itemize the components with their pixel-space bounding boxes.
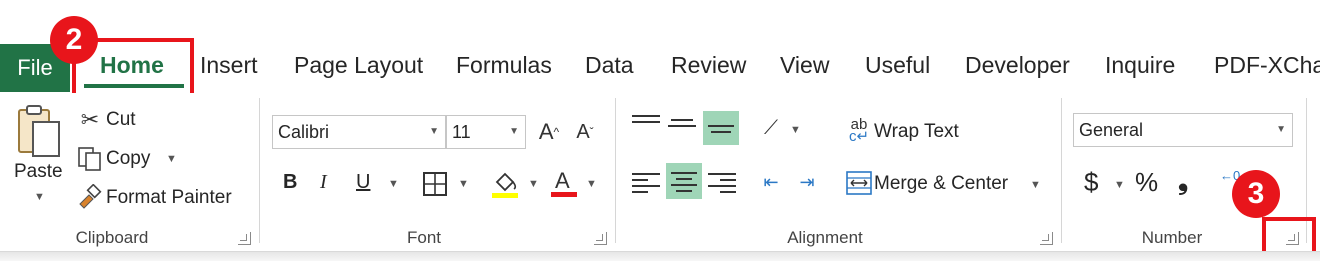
fill-color-dropdown-caret[interactable]: ▼ — [528, 178, 539, 190]
merge-center-dropdown-caret[interactable]: ▼ — [1030, 179, 1041, 191]
chevron-down-icon: ▼ — [429, 126, 439, 137]
comma-style-button[interactable]: ❟ — [1178, 165, 1188, 197]
paste-icon[interactable] — [14, 103, 64, 161]
fill-color-icon[interactable] — [488, 167, 522, 201]
svg-text:A: A — [555, 168, 570, 193]
accounting-format-button[interactable]: $ — [1084, 167, 1098, 198]
wrap-text-icon: ab c↵ — [848, 116, 870, 145]
middle-align-icon[interactable] — [668, 115, 696, 143]
underline-button[interactable]: U — [356, 171, 370, 194]
font-color-icon[interactable]: A — [548, 165, 580, 201]
tab-page-layout[interactable]: Page Layout — [294, 52, 423, 79]
orientation-icon[interactable]: ⟋ — [756, 113, 786, 143]
format-painter-button[interactable]: Format Painter — [106, 187, 232, 209]
underline-dropdown-caret[interactable]: ▼ — [388, 178, 399, 190]
ribbon-bottom-edge — [0, 251, 1320, 261]
paste-dropdown-caret[interactable]: ▼ — [34, 191, 45, 203]
tab-pdf-xchange[interactable]: PDF-XCha — [1214, 52, 1320, 79]
increase-indent-icon[interactable]: ⇥ — [792, 167, 822, 197]
cut-button[interactable]: Cut — [106, 109, 136, 131]
merge-center-button[interactable]: Merge & Center — [874, 173, 1008, 195]
align-center-icon[interactable] — [666, 163, 702, 199]
number-group-label: Number — [1141, 228, 1203, 247]
step-3-marker: 3 — [1232, 170, 1280, 218]
decrease-font-size-icon[interactable]: Aˇ — [570, 115, 600, 149]
font-dialog-launcher[interactable] — [594, 232, 607, 245]
font-family-value: Calibri — [278, 121, 330, 142]
tab-inquire[interactable]: Inquire — [1105, 52, 1175, 79]
top-align-icon[interactable] — [632, 111, 660, 139]
tab-useful[interactable]: Useful — [865, 52, 930, 79]
font-group-label: Font — [406, 228, 442, 247]
tab-insert[interactable]: Insert — [200, 52, 258, 79]
wrap-text-button[interactable]: Wrap Text — [874, 121, 959, 143]
decrease-indent-icon[interactable]: ⇤ — [756, 167, 786, 197]
italic-button[interactable]: I — [320, 171, 327, 194]
tab-review[interactable]: Review — [671, 52, 746, 79]
clipboard-dialog-launcher[interactable] — [238, 232, 251, 245]
increase-font-size-icon[interactable]: A ^ — [534, 115, 564, 149]
ribbon-home: Paste ▼ ✂ Cut Copy ▼ Format Painter Clip… — [0, 93, 1320, 259]
copy-button[interactable]: Copy — [106, 148, 150, 170]
group-separator — [615, 98, 616, 243]
bottom-align-icon[interactable] — [703, 111, 739, 145]
group-separator — [259, 98, 260, 243]
align-right-icon[interactable] — [708, 169, 736, 199]
chevron-down-icon: ▼ — [1276, 124, 1286, 135]
step-2-marker: 2 — [50, 16, 98, 64]
clipboard-group-label: Clipboard — [75, 228, 149, 247]
chevron-down-icon: ▼ — [509, 126, 519, 137]
bold-button[interactable]: B — [283, 171, 297, 194]
copy-dropdown-caret[interactable]: ▼ — [166, 153, 177, 165]
font-size-select[interactable]: 11 ▼ — [446, 115, 526, 149]
merge-center-icon — [846, 171, 872, 195]
number-format-value: General — [1079, 119, 1144, 140]
tab-developer[interactable]: Developer — [965, 52, 1070, 79]
orientation-dropdown-caret[interactable]: ▼ — [790, 124, 801, 136]
paste-label[interactable]: Paste — [14, 161, 63, 183]
align-left-icon[interactable] — [632, 169, 660, 199]
font-size-value: 11 — [452, 121, 471, 142]
font-color-dropdown-caret[interactable]: ▼ — [586, 178, 597, 190]
font-family-select[interactable]: Calibri ▼ — [272, 115, 446, 149]
alignment-dialog-launcher[interactable] — [1040, 232, 1053, 245]
group-separator — [1061, 98, 1062, 243]
percent-style-button[interactable]: % — [1135, 167, 1158, 198]
ribbon-tab-bar: File Home Insert Page Layout Formulas Da… — [0, 0, 1320, 100]
accounting-dropdown-caret[interactable]: ▼ — [1114, 179, 1125, 191]
tab-formulas[interactable]: Formulas — [456, 52, 552, 79]
copy-icon — [76, 145, 104, 173]
scissors-icon: ✂ — [80, 107, 100, 132]
tab-data[interactable]: Data — [585, 52, 634, 79]
alignment-group-label: Alignment — [787, 228, 863, 247]
number-format-select[interactable]: General ▼ — [1073, 113, 1293, 147]
tab-view[interactable]: View — [780, 52, 829, 79]
borders-dropdown-caret[interactable]: ▼ — [458, 178, 469, 190]
format-painter-icon — [76, 183, 104, 211]
borders-icon[interactable] — [420, 169, 450, 199]
